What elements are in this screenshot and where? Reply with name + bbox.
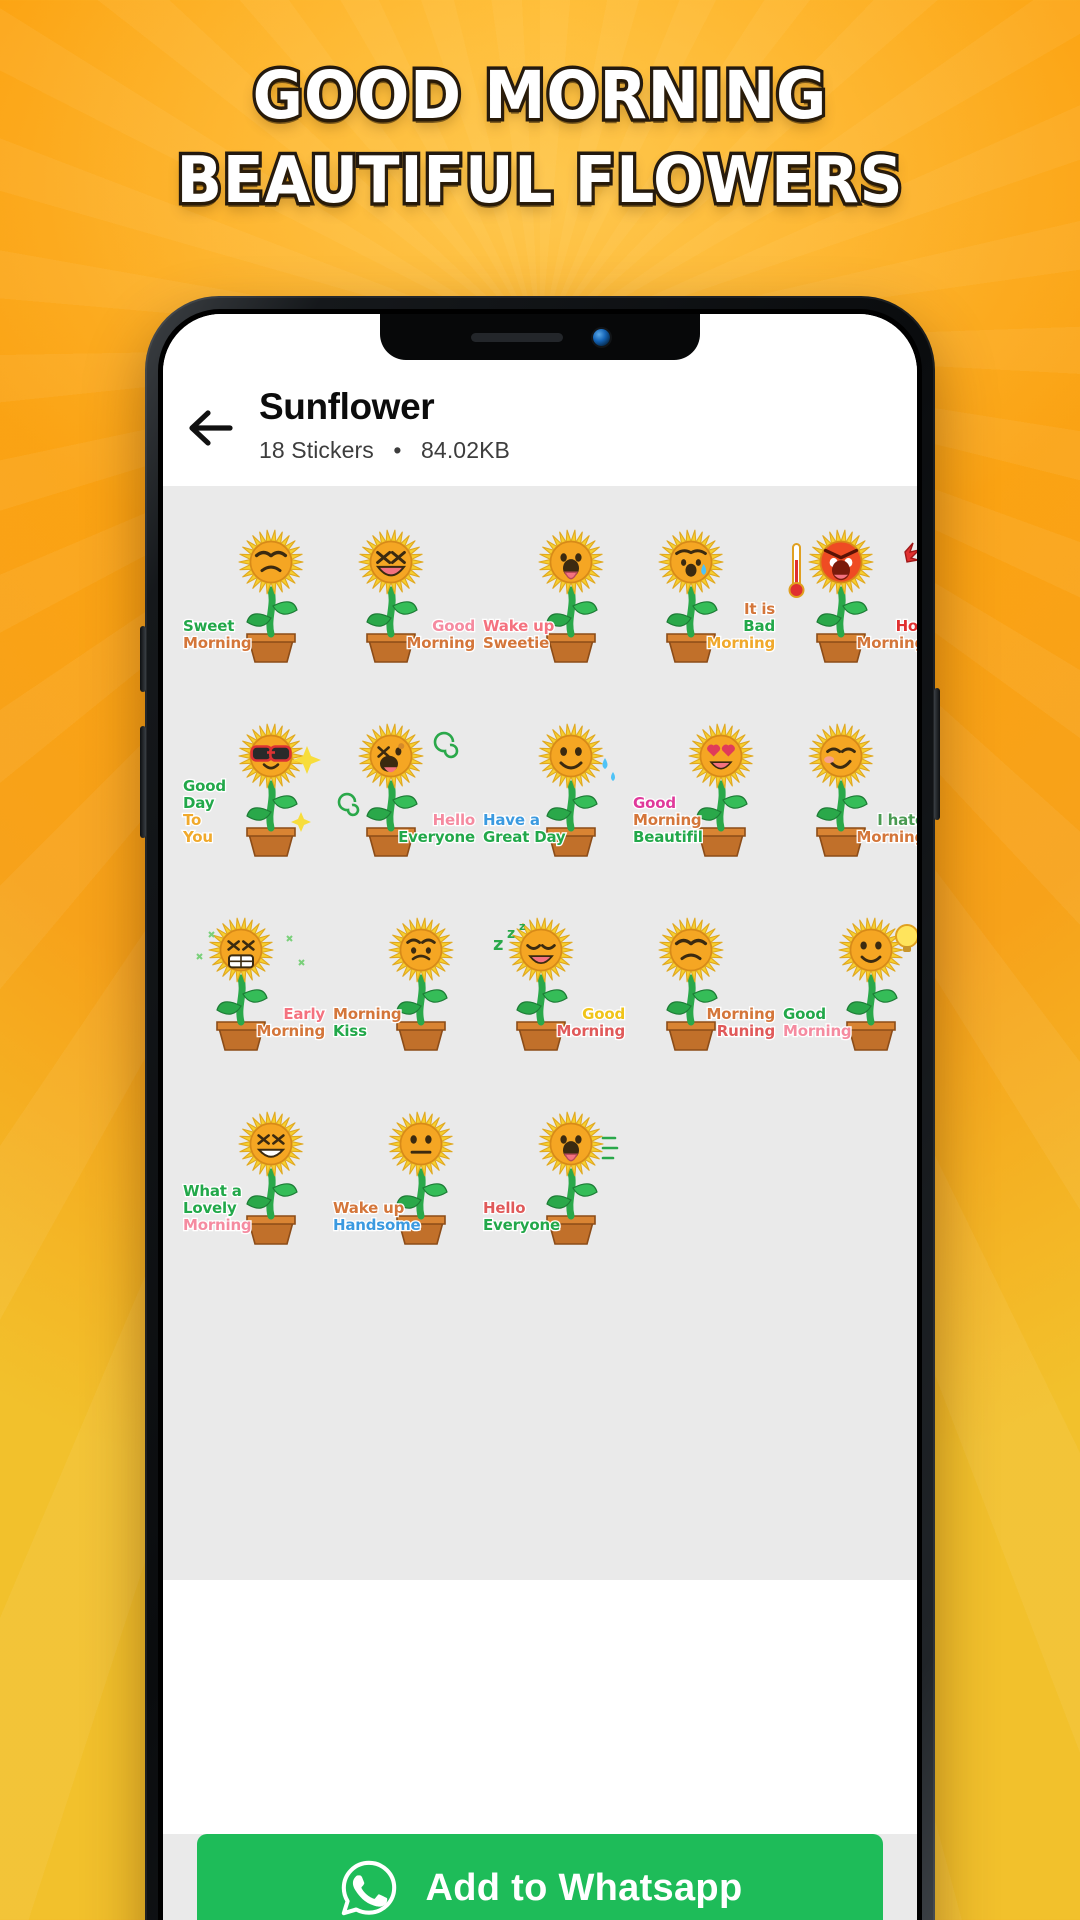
sticker-item[interactable]: What a Lovely Morning [179, 1090, 329, 1268]
phone-mockup: Sunflower 18 Stickers • 84.02KB Sweet Mor… [140, 296, 940, 1920]
add-to-whatsapp-button[interactable]: Add to Whatsapp [197, 1834, 883, 1920]
sticker-item[interactable]: z z z Good Morning [479, 896, 629, 1074]
banner-title-line-2: BEAUTIFUL FLOWERS [173, 141, 905, 222]
front-camera-icon [592, 328, 610, 346]
add-to-whatsapp-label: Add to Whatsapp [425, 1866, 743, 1909]
header-text-block: Sunflower 18 Stickers • 84.02KB [259, 384, 510, 464]
svg-text:z: z [493, 934, 503, 955]
sticker-grid-area: Sweet Morning Good Morning Wake up Sweetie It … [163, 485, 917, 1580]
sticker-item[interactable]: Sweet Morning [179, 508, 329, 686]
sticker-item[interactable]: Hello Everyone [329, 702, 479, 880]
pack-size: 84.02KB [421, 436, 510, 463]
sticker-count: 18 Stickers [259, 436, 374, 463]
sticker-item[interactable]: HotMorning [779, 508, 917, 686]
phone-bezel: Sunflower 18 Stickers • 84.02KB Sweet Mor… [158, 309, 922, 1920]
sticker-item[interactable]: Good Morning [779, 896, 917, 1074]
back-button[interactable] [163, 384, 259, 448]
sticker-item[interactable]: Hello Everyone [479, 1090, 629, 1268]
pack-meta: 18 Stickers • 84.02KB [259, 437, 510, 464]
sticker-item[interactable]: Wake up Handsome [329, 1090, 479, 1268]
svg-text:z: z [507, 926, 515, 942]
sticker-item[interactable]: I hateMorning [779, 702, 917, 880]
sticker-grid: Sweet Morning Good Morning Wake up Sweetie It … [179, 508, 917, 1268]
banner-title-line-1: GOOD MORNING [249, 53, 829, 137]
sticker-item[interactable]: Have a Great Day [479, 702, 629, 880]
page-title: Sunflower [259, 386, 435, 427]
sticker-item[interactable]: Good Morning [329, 508, 479, 686]
arrow-left-icon [189, 410, 233, 446]
meta-separator: • [393, 436, 402, 463]
sticker-item[interactable]: Morning Kiss [329, 896, 479, 1074]
speaker-grille-icon [470, 332, 563, 342]
phone-power-button [934, 688, 940, 820]
svg-text:z: z [519, 920, 525, 933]
cta-container: Add to Whatsapp [163, 1834, 917, 1920]
whatsapp-icon [341, 1860, 396, 1916]
banner-title: GOOD MORNING BEAUTIFUL FLOWERS [0, 52, 1080, 224]
sticker-item[interactable]: Wake up Sweetie [479, 508, 629, 686]
sticker-item[interactable]: Good Day To You [179, 702, 329, 880]
sticker-item[interactable]: Early Morning [179, 896, 329, 1074]
phone-screen: Sunflower 18 Stickers • 84.02KB Sweet Mor… [163, 314, 917, 1920]
sticker-item[interactable]: Good Morning Beautifil [629, 702, 779, 880]
sticker-item[interactable]: Morning Runing [629, 896, 779, 1074]
phone-notch [380, 314, 700, 360]
sticker-item[interactable]: It is Bad Morning [629, 508, 779, 686]
